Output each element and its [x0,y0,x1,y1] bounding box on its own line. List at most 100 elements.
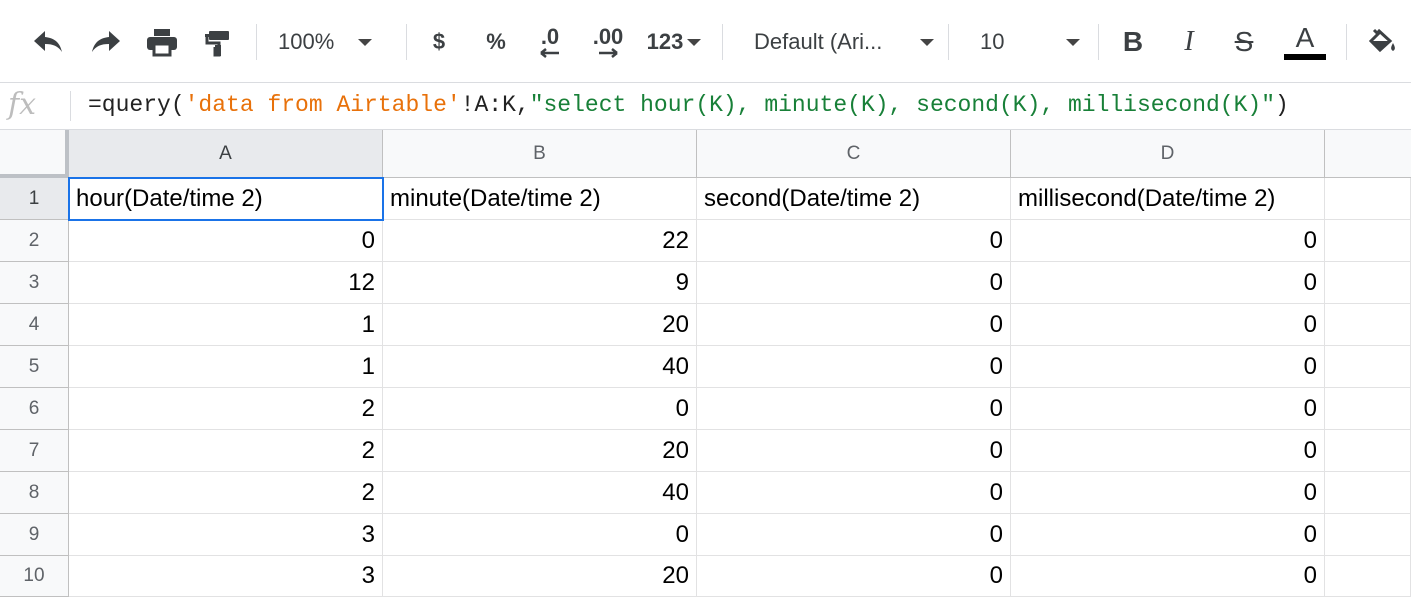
cell[interactable] [1325,262,1411,304]
cell[interactable]: 0 [697,262,1011,304]
font-family-select[interactable]: Default (Ari... [754,22,934,62]
cell[interactable]: 0 [697,304,1011,346]
cell[interactable]: 3 [69,514,383,556]
zoom-select[interactable]: 100% [278,22,394,62]
cell[interactable]: 0 [1011,262,1325,304]
cell[interactable]: 0 [697,556,1011,597]
percent-format-button[interactable]: % [480,22,512,62]
italic-button[interactable]: I [1174,22,1204,62]
header-cell[interactable]: hour(Date/time 2) [69,178,383,220]
cell[interactable]: 3 [69,556,383,597]
chevron-down-icon [687,38,702,46]
cell[interactable]: 0 [1011,388,1325,430]
cell[interactable]: 12 [69,262,383,304]
increase-decimal-button[interactable]: .00 [586,22,630,62]
cell[interactable]: 0 [697,388,1011,430]
cell[interactable]: 0 [1011,346,1325,388]
cell[interactable]: 0 [1011,304,1325,346]
decrease-decimal-button[interactable]: .0 [530,22,570,62]
cell[interactable] [1325,472,1411,514]
toolbar-divider [406,24,407,60]
header-cell[interactable]: second(Date/time 2) [697,178,1011,220]
text-color-button[interactable]: A [1284,22,1326,62]
cell[interactable] [1325,388,1411,430]
cell[interactable] [1325,430,1411,472]
chevron-down-icon [1066,38,1080,46]
formula-bar: fx =query('data from Airtable'!A:K,"sele… [0,83,1411,130]
cell[interactable]: 1 [69,304,383,346]
print-icon[interactable] [142,22,182,62]
cell[interactable]: 20 [383,556,697,597]
cell[interactable]: 2 [69,388,383,430]
cell[interactable] [1325,346,1411,388]
cell[interactable]: 0 [697,220,1011,262]
cell[interactable]: 22 [383,220,697,262]
cell[interactable]: 20 [383,430,697,472]
bold-button[interactable]: B [1118,22,1148,62]
row-header[interactable]: 10 [0,556,69,597]
cell[interactable]: 9 [383,262,697,304]
paint-format-icon[interactable] [198,22,238,62]
cell[interactable]: 0 [1011,556,1325,597]
cell[interactable]: 2 [69,430,383,472]
cell[interactable] [1325,556,1411,597]
row-header[interactable]: 8 [0,472,69,514]
row-header[interactable]: 4 [0,304,69,346]
cell[interactable]: 0 [697,514,1011,556]
column-header-a[interactable]: A [69,130,383,178]
cell[interactable]: 0 [1011,430,1325,472]
redo-icon[interactable] [86,22,126,62]
row-header[interactable]: 9 [0,514,69,556]
fill-color-icon[interactable] [1364,22,1400,62]
arrow-left-icon [540,48,559,58]
header-cell[interactable]: millisecond(Date/time 2) [1011,178,1325,220]
toolbar-divider [722,24,723,60]
column-header-d[interactable]: D [1011,130,1325,178]
cell[interactable]: 0 [1011,514,1325,556]
column-header-e[interactable] [1325,130,1411,178]
currency-format-button[interactable]: $ [424,22,454,62]
cell[interactable]: 0 [697,472,1011,514]
formula-input[interactable]: =query('data from Airtable'!A:K,"select … [88,92,1289,118]
toolbar-divider [1346,24,1347,60]
cell[interactable] [1325,178,1411,220]
row-header[interactable]: 7 [0,430,69,472]
strikethrough-button[interactable]: S [1228,22,1260,62]
row-header[interactable]: 6 [0,388,69,430]
more-formats-button[interactable]: 123 [642,22,706,62]
header-cell[interactable]: minute(Date/time 2) [383,178,697,220]
cell[interactable]: 20 [383,304,697,346]
cell[interactable]: 1 [69,346,383,388]
toolbar: 100% $ % .0 .00 123 Default (Ari... 10 B… [0,0,1411,83]
row-header[interactable]: 2 [0,220,69,262]
cell[interactable]: 0 [697,430,1011,472]
row-header[interactable]: 3 [0,262,69,304]
cell[interactable]: 2 [69,472,383,514]
cell[interactable]: 40 [383,346,697,388]
text-color-swatch [1284,54,1326,60]
cell[interactable]: 0 [1011,220,1325,262]
column-header-b[interactable]: B [383,130,697,178]
row-header[interactable]: 1 [0,178,69,220]
arrow-right-icon [599,48,618,58]
column-header-c[interactable]: C [697,130,1011,178]
cell[interactable]: 40 [383,472,697,514]
toolbar-divider [1098,24,1099,60]
cell[interactable] [1325,514,1411,556]
select-all-corner[interactable] [0,130,69,178]
zoom-value: 100% [278,29,335,54]
cell[interactable] [1325,304,1411,346]
chevron-down-icon [358,38,373,46]
undo-icon[interactable] [28,22,68,62]
toolbar-divider [948,24,949,60]
cell[interactable]: 0 [697,346,1011,388]
chevron-down-icon [920,38,934,46]
cell[interactable]: 0 [383,388,697,430]
cell[interactable]: 0 [69,220,383,262]
cell[interactable]: 0 [383,514,697,556]
row-header[interactable]: 5 [0,346,69,388]
cell[interactable] [1325,220,1411,262]
toolbar-divider [256,24,257,60]
cell[interactable]: 0 [1011,472,1325,514]
font-size-select[interactable]: 10 [980,22,1080,62]
